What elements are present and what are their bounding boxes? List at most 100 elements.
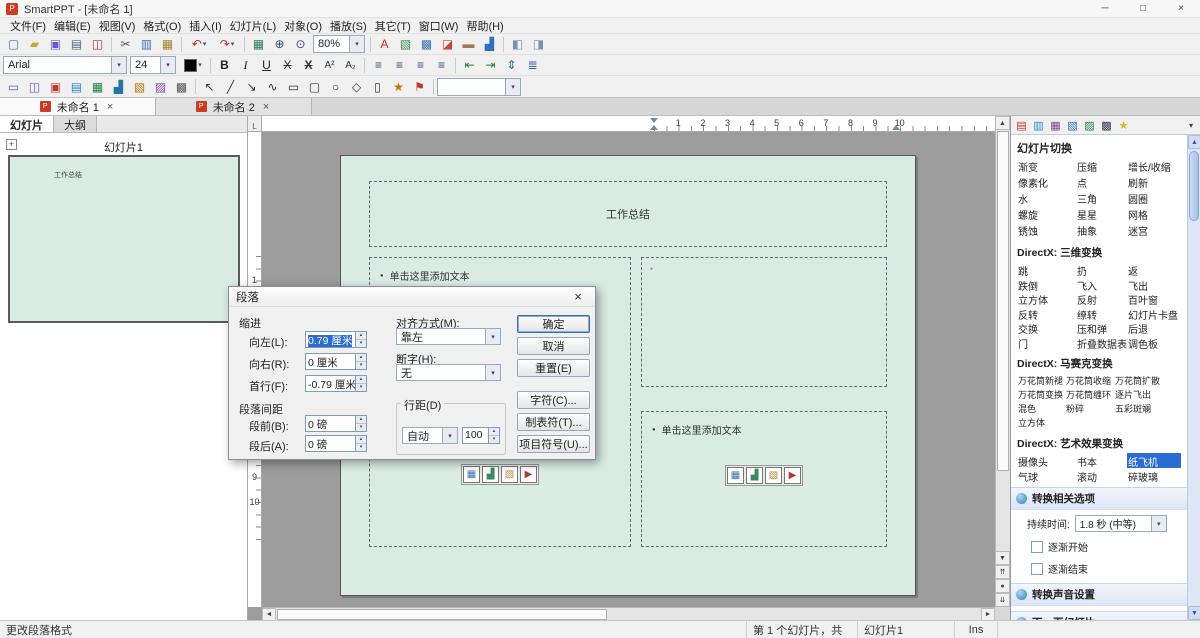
- space-after-spinner[interactable]: 0 磅 ▴ ▾: [305, 435, 367, 452]
- panel-menu-dropdown-icon[interactable]: ▾: [1184, 121, 1198, 130]
- transition-item[interactable]: 迷宫: [1127, 222, 1181, 238]
- insert-table-icon[interactable]: ▦: [727, 467, 744, 484]
- scrollbar-thumb[interactable]: [277, 609, 607, 620]
- line-spacing-value-spinner[interactable]: 100 ▴ ▾: [462, 427, 500, 444]
- transition-item[interactable]: 气球: [1017, 468, 1076, 483]
- transition-item[interactable]: 飞入: [1076, 277, 1127, 292]
- superscript-icon[interactable]: A²: [319, 56, 340, 74]
- spin-down-icon[interactable]: ▾: [356, 361, 366, 369]
- align-left-icon[interactable]: ≡: [368, 56, 389, 74]
- menu-format[interactable]: 格式(O): [139, 18, 185, 34]
- transition-item[interactable]: 扔: [1076, 262, 1127, 277]
- hyphenation-select[interactable]: 无 ▾: [396, 364, 501, 381]
- menu-file[interactable]: 文件(F): [6, 18, 50, 34]
- line-spacing-icon[interactable]: ⇕: [501, 56, 522, 74]
- transition-item[interactable]: 纸飞机: [1127, 453, 1181, 468]
- select-pointer-icon[interactable]: ↖: [199, 78, 220, 96]
- transition-item[interactable]: 折叠数据表: [1076, 335, 1127, 350]
- transition-item[interactable]: 滚动: [1076, 468, 1127, 483]
- slide-transition-icon[interactable]: ▨: [1081, 117, 1098, 133]
- curve-icon[interactable]: ∿: [262, 78, 283, 96]
- dropdown-icon[interactable]: ▾: [160, 57, 175, 73]
- scroll-right-icon[interactable]: ►: [981, 608, 995, 620]
- print-preview-icon[interactable]: ◫: [87, 35, 108, 53]
- menu-window[interactable]: 窗口(W): [415, 18, 463, 34]
- duration-select[interactable]: 1.8 秒 (中等) ▾: [1075, 515, 1167, 532]
- font-color-picker[interactable]: ▾: [179, 56, 207, 74]
- tabs-button[interactable]: 制表符(T)...: [517, 413, 590, 431]
- redo-icon[interactable]: ↷▾: [213, 35, 241, 53]
- spin-down-icon[interactable]: ▾: [356, 423, 366, 431]
- fade-out-checkbox[interactable]: [1031, 563, 1043, 575]
- tab-slides[interactable]: 幻灯片: [0, 116, 54, 132]
- align-center-icon[interactable]: ≡: [389, 56, 410, 74]
- menu-object[interactable]: 对象(O): [280, 18, 326, 34]
- transition-item[interactable]: 锈蚀: [1017, 222, 1076, 238]
- insert-media-icon[interactable]: ▨: [150, 78, 171, 96]
- zoom-icon[interactable]: ⊙: [290, 35, 311, 53]
- transition-item[interactable]: 圆圈: [1127, 190, 1181, 206]
- next-slide-icon[interactable]: ⇊: [995, 593, 1010, 607]
- transition-item[interactable]: 点: [1076, 174, 1127, 190]
- spin-up-icon[interactable]: ▴: [489, 428, 499, 435]
- rounded-rectangle-icon[interactable]: ▢: [304, 78, 325, 96]
- transition-item[interactable]: 立方体: [1017, 291, 1076, 306]
- scroll-down-icon[interactable]: ▼: [995, 551, 1010, 565]
- prev-page-icon[interactable]: ◧: [507, 35, 528, 53]
- fade-in-checkbox[interactable]: [1031, 541, 1043, 553]
- insert-table-icon[interactable]: ▦: [248, 35, 269, 53]
- textbox-icon[interactable]: ▯: [367, 78, 388, 96]
- transition-sound-section[interactable]: 转换声音设置: [1011, 583, 1187, 606]
- decrease-indent-icon[interactable]: ⇤: [459, 56, 480, 74]
- menu-edit[interactable]: 编辑(E): [50, 18, 95, 34]
- tab-close-icon[interactable]: ×: [105, 101, 115, 113]
- insert-table-icon[interactable]: ▦: [87, 78, 108, 96]
- transition-item[interactable]: 跌倒: [1017, 277, 1076, 292]
- insert-picture-icon[interactable]: ▧: [395, 35, 416, 53]
- transition-item[interactable]: 调色板: [1127, 335, 1181, 350]
- align-justify-icon[interactable]: ≡: [431, 56, 452, 74]
- menu-play[interactable]: 播放(S): [326, 18, 371, 34]
- insert-media-icon[interactable]: ▶: [520, 466, 537, 483]
- dropdown-icon[interactable]: ▾: [198, 61, 202, 69]
- font-size-select[interactable]: 24 ▾: [130, 56, 176, 74]
- space-before-spinner[interactable]: 0 磅 ▴ ▾: [305, 415, 367, 432]
- transition-item[interactable]: 增长/收缩: [1127, 158, 1181, 174]
- cut-icon[interactable]: ✂: [115, 35, 136, 53]
- diamond-icon[interactable]: ◇: [346, 78, 367, 96]
- slide-design-icon[interactable]: ▣: [45, 78, 66, 96]
- title-placeholder[interactable]: 工作总结: [369, 181, 887, 247]
- slide-layout-icon[interactable]: ◫: [24, 78, 45, 96]
- tab-close-icon[interactable]: ×: [261, 101, 271, 113]
- scroll-up-icon[interactable]: ▲: [1188, 135, 1200, 149]
- increase-indent-icon[interactable]: ⇥: [480, 56, 501, 74]
- transition-item[interactable]: 缭转: [1076, 306, 1127, 321]
- vertical-scrollbar[interactable]: ▲ ▼ ⇈ ● ⇊: [995, 116, 1010, 607]
- bullets-button[interactable]: 项目符号(U)...: [517, 435, 590, 453]
- menu-others[interactable]: 其它(T): [371, 18, 415, 34]
- design-templates-icon[interactable]: ▤: [1013, 117, 1030, 133]
- insert-table-icon[interactable]: ▦: [463, 466, 480, 483]
- favorites-star-icon[interactable]: ★: [1115, 117, 1132, 133]
- duplicate-slide-icon[interactable]: ▤: [66, 78, 87, 96]
- transition-item[interactable]: 网格: [1127, 206, 1181, 222]
- first-line-indent-spinner[interactable]: -0.79 厘米 ▴ ▾: [305, 375, 367, 392]
- format-painter-icon[interactable]: ◪: [437, 35, 458, 53]
- transition-item[interactable]: 碎玻璃: [1127, 468, 1181, 483]
- transition-item[interactable]: 万花筒新褪: [1017, 373, 1065, 387]
- spin-up-icon[interactable]: ▴: [356, 354, 366, 361]
- transition-item[interactable]: 星星: [1076, 206, 1127, 222]
- underline-icon[interactable]: U: [256, 56, 277, 74]
- insert-chart-icon[interactable]: ▟: [108, 78, 129, 96]
- transition-options-section[interactable]: 转换相关选项: [1011, 487, 1187, 510]
- browse-object-icon[interactable]: ●: [995, 579, 1010, 593]
- dialog-close-icon[interactable]: ×: [568, 289, 588, 304]
- transition-item[interactable]: 万花筒缠环: [1065, 387, 1114, 401]
- next-slide-section[interactable]: 下一页幻灯片: [1011, 611, 1187, 620]
- italic-icon[interactable]: I: [235, 56, 256, 74]
- transition-item[interactable]: 万花筒收缩: [1065, 373, 1114, 387]
- dropdown-icon[interactable]: ▾: [485, 365, 500, 380]
- transition-item[interactable]: 反转: [1017, 306, 1076, 321]
- scroll-down-icon[interactable]: ▼: [1188, 606, 1200, 620]
- transition-item[interactable]: 混色: [1017, 401, 1065, 415]
